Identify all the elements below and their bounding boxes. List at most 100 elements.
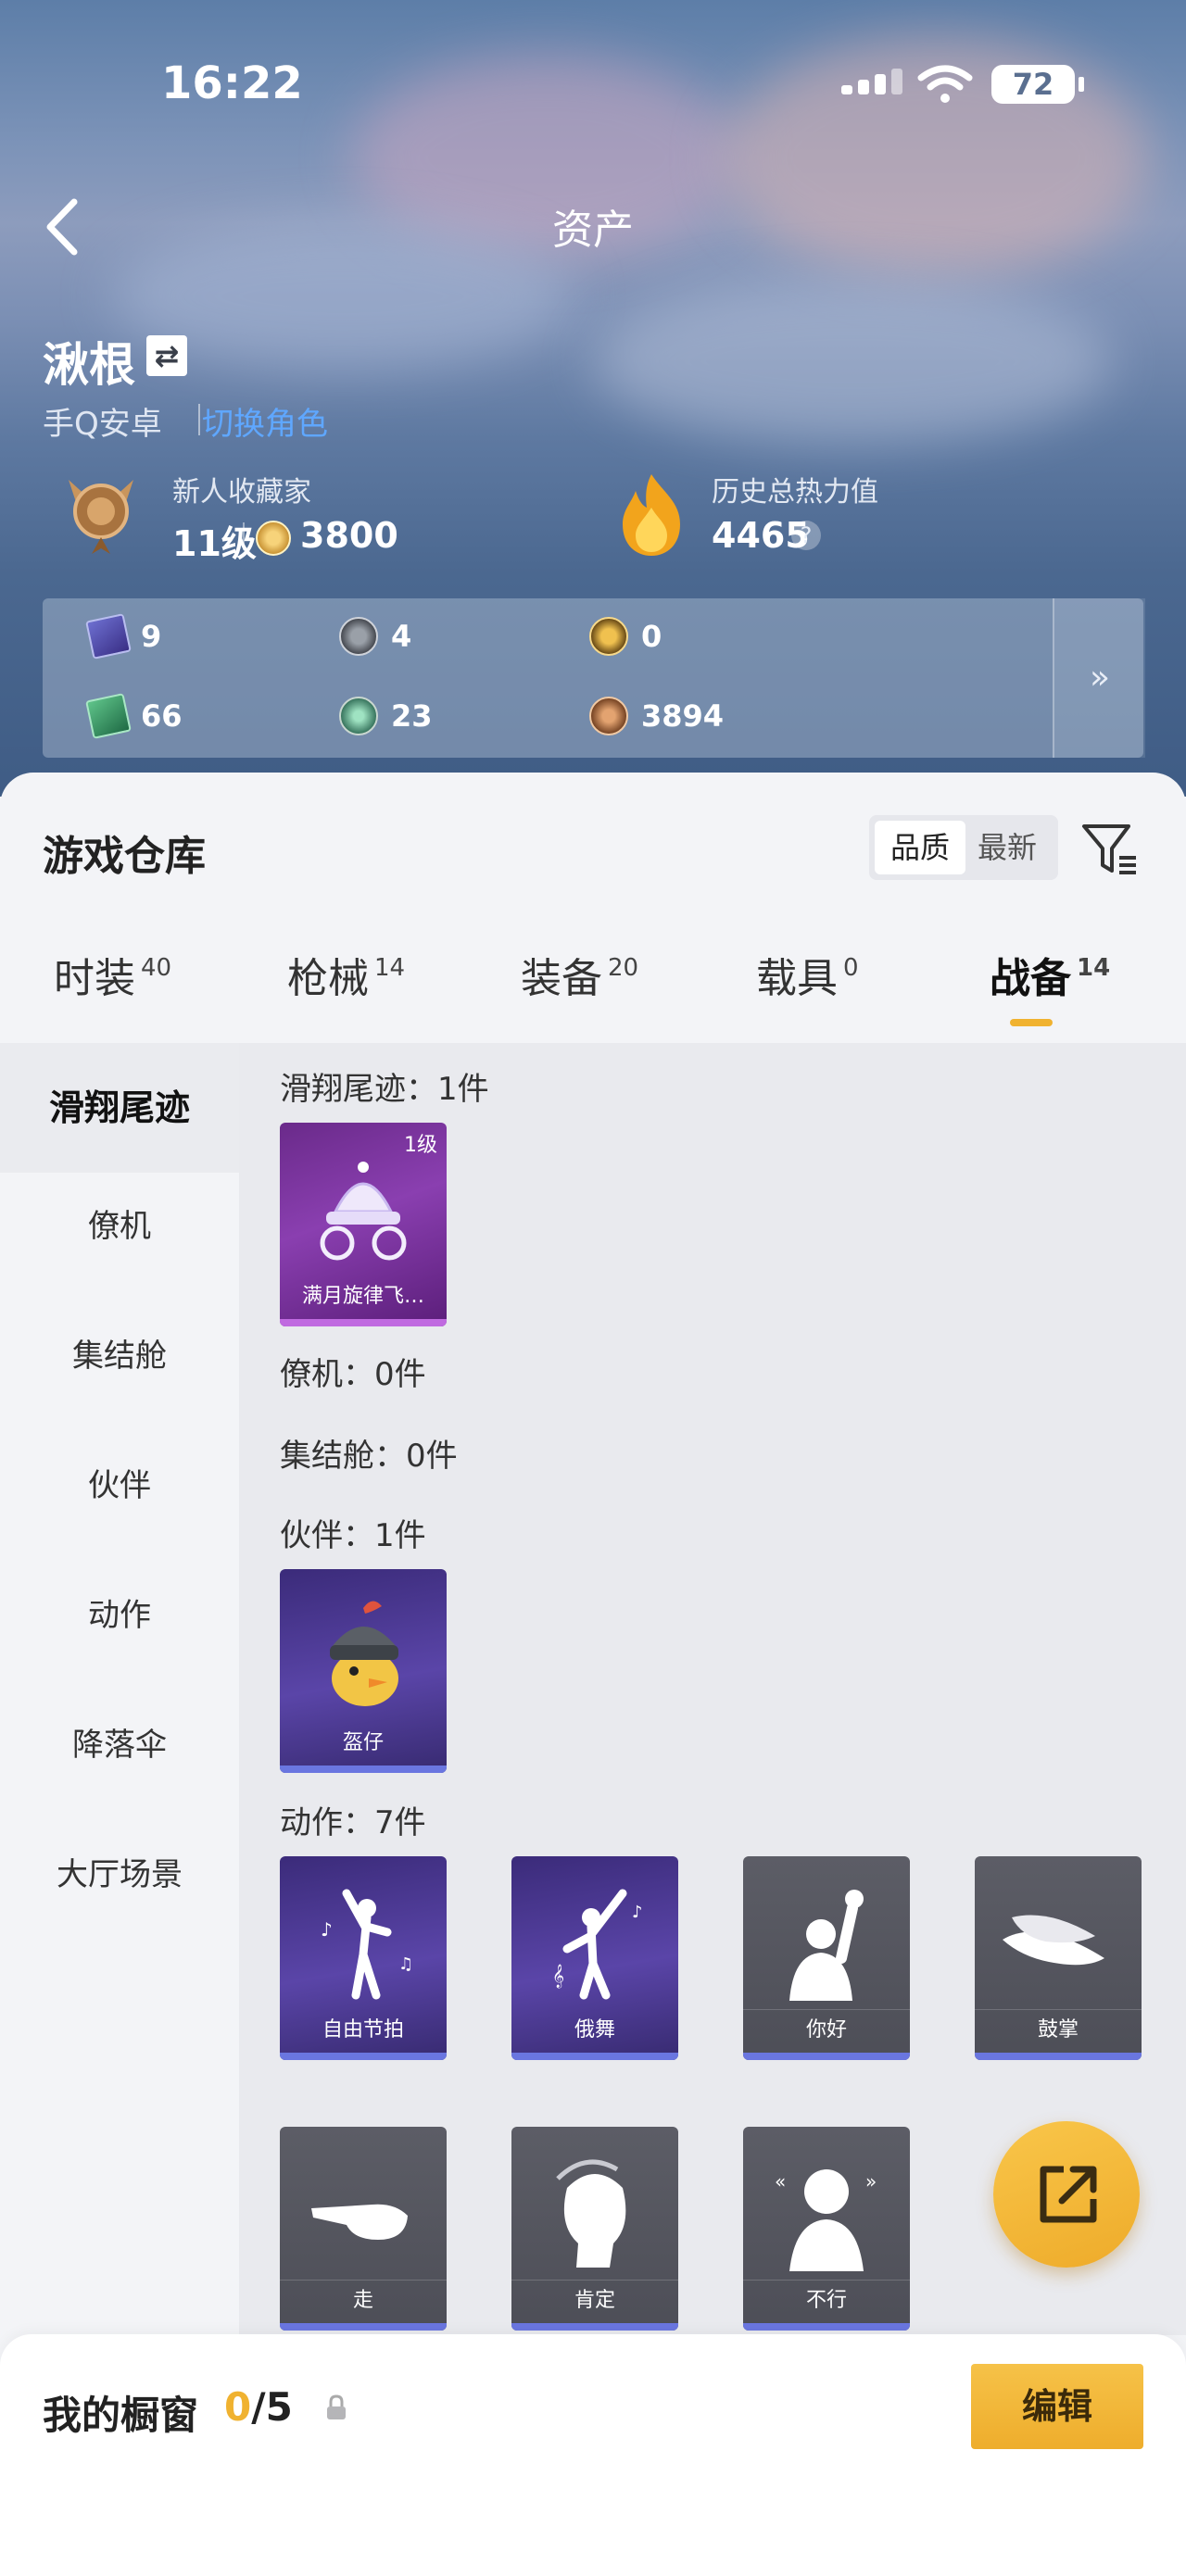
section-emote-label: 动作：7件	[280, 1804, 426, 1841]
rarity-bar	[511, 2323, 678, 2331]
gold-coin-icon	[589, 617, 628, 656]
rarity-bar	[280, 1766, 447, 1773]
item-name: 鼓掌	[975, 2009, 1142, 2051]
tab-guns[interactable]: 枪械 14	[287, 945, 405, 1004]
wave-hello-icon	[789, 1890, 864, 2001]
currency-item: 4	[339, 617, 411, 656]
ballet-dancer-icon: 𝄞 ♪	[552, 1889, 643, 2000]
showcase-count: 0/5	[224, 2384, 293, 2430]
item-name: 你好	[743, 2009, 910, 2051]
edit-button[interactable]: 编辑	[971, 2364, 1143, 2449]
item-name: 自由节拍	[322, 2018, 404, 2042]
section-glide-trail-label: 滑翔尾迹：1件	[280, 1071, 489, 1108]
status-time: 16:22	[161, 57, 303, 109]
item-card[interactable]: 𝄞 ♪ 俄舞	[511, 1856, 678, 2060]
item-card[interactable]: « » 不行	[743, 2127, 910, 2331]
svg-text:♪: ♪	[321, 1918, 333, 1941]
heat-flame-icon	[623, 474, 680, 556]
item-card[interactable]: 鼓掌	[975, 1856, 1142, 2060]
item-name: 不行	[743, 2280, 910, 2321]
more-currency-button[interactable]: »	[1053, 598, 1145, 758]
item-name: 满月旋律飞…	[301, 1285, 424, 1308]
tab-tactical[interactable]: 战备 14	[990, 945, 1110, 1004]
rarity-bar	[511, 2053, 678, 2060]
collector-title: 新人收藏家	[172, 476, 311, 509]
page-title: 资产	[552, 207, 634, 254]
tab-fashion[interactable]: 时装 40	[54, 945, 171, 1004]
section-capsule-label: 集结舱：0件	[280, 1438, 458, 1475]
rarity-bar	[280, 1319, 447, 1326]
currency-item: 0	[589, 617, 662, 656]
wifi-icon	[917, 65, 973, 103]
rarity-bar	[280, 2053, 447, 2060]
svg-text:«: «	[775, 2170, 786, 2193]
filter-icon[interactable]	[1080, 819, 1140, 878]
divider	[198, 404, 200, 435]
sidebar-item-emote[interactable]: 动作	[0, 1590, 239, 1635]
rarity-bar	[743, 2053, 910, 2060]
sort-latest-button[interactable]: 最新	[962, 821, 1053, 874]
showcase-title: 我的橱窗	[43, 2393, 199, 2438]
item-name: 盔仔	[342, 1731, 384, 1754]
tab-equipment[interactable]: 装备 20	[521, 945, 638, 1004]
switch-account-icon[interactable]: ⇄	[146, 335, 187, 376]
sort-quality-button[interactable]: 品质	[875, 821, 965, 874]
nod-head-icon	[556, 2159, 626, 2268]
player-name: 湫根	[43, 338, 135, 392]
svg-text:»: »	[865, 2170, 877, 2193]
section-wingman-label: 僚机：0件	[280, 1356, 426, 1393]
purple-card-icon	[85, 613, 132, 660]
green-card-icon	[85, 693, 132, 739]
active-tab-indicator	[1010, 1019, 1053, 1026]
svg-text:𝄞: 𝄞	[552, 1964, 564, 1988]
currency-item: 23	[339, 697, 433, 735]
category-tabs: 时装 40 枪械 14 装备 20 载具 0 战备 14	[0, 945, 1186, 1041]
shake-head-icon: « »	[775, 2169, 877, 2271]
switch-role-link[interactable]: 切换角色	[202, 398, 328, 444]
sidebar-item-lobby-scene[interactable]: 大厅场景	[0, 1849, 239, 1894]
collector-points-icon	[256, 521, 291, 556]
warehouse-title: 游戏仓库	[43, 833, 206, 880]
silver-coin-icon	[339, 617, 378, 656]
divider	[243, 522, 245, 550]
duck-helmet-icon	[330, 1601, 398, 1706]
item-card[interactable]: 肯定	[511, 2127, 678, 2331]
sidebar-item-glide-trail[interactable]: 滑翔尾迹	[0, 1043, 239, 1173]
rarity-bar	[743, 2323, 910, 2331]
item-card[interactable]: ♪ ♫ 自由节拍	[280, 1856, 447, 2060]
item-card[interactable]: 盔仔	[280, 1569, 447, 1773]
carriage-icon	[320, 1162, 407, 1261]
sidebar-item-parachute[interactable]: 降落伞	[0, 1719, 239, 1765]
svg-text:♪: ♪	[632, 1903, 643, 1922]
lock-icon	[327, 2394, 346, 2419]
item-name: 走	[280, 2280, 447, 2321]
sort-toggle: 品质 最新	[869, 815, 1058, 880]
share-icon	[1040, 2166, 1097, 2223]
pointing-hand-icon	[311, 2204, 408, 2240]
sidebar-item-capsule[interactable]: 集结舱	[0, 1330, 239, 1376]
tab-vehicles[interactable]: 载具 0	[756, 945, 859, 1004]
sidebar-item-wingman[interactable]: 僚机	[0, 1200, 239, 1246]
signal-icon	[841, 67, 906, 94]
bronze-coin-icon	[589, 697, 628, 735]
battery-icon: 72	[991, 65, 1084, 104]
help-icon[interactable]: ?	[791, 521, 821, 550]
share-button[interactable]	[993, 2121, 1140, 2268]
currency-item: 66	[85, 693, 183, 739]
item-card[interactable]: 走	[280, 2127, 447, 2331]
currency-item: 9	[85, 613, 161, 660]
green-orb-icon	[339, 697, 378, 735]
currency-item: 3894	[589, 697, 724, 735]
item-card[interactable]: 你好	[743, 1856, 910, 2060]
sidebar-item-partner[interactable]: 伙伴	[0, 1460, 239, 1505]
section-partner-label: 伙伴：1件	[280, 1517, 426, 1554]
item-name: 俄舞	[574, 2018, 615, 2042]
rarity-bar	[975, 2053, 1142, 2060]
rarity-bar	[280, 2323, 447, 2331]
svg-text:♫: ♫	[398, 1954, 413, 1974]
heat-title: 历史总热力值	[712, 476, 878, 509]
item-name: 肯定	[511, 2280, 678, 2321]
item-card[interactable]: 1级 满月旋律飞…	[280, 1123, 447, 1326]
clap-icon	[1003, 1915, 1104, 1966]
collector-points: 3800	[300, 515, 398, 556]
